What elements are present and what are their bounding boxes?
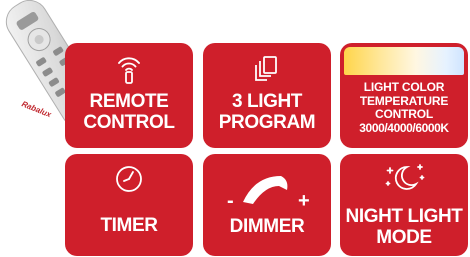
color-gradient-bar xyxy=(344,47,464,75)
feature-tile-timer: TIMER xyxy=(65,154,193,256)
feature-tile-light-program: 3 LIGHT PROGRAM xyxy=(203,43,331,148)
feature-label: DIMMER xyxy=(203,216,331,237)
label-line: 3000/4000/6000K xyxy=(359,120,449,135)
dimmer-minus-sign: - xyxy=(227,190,234,212)
feature-panel: Rabalux REMOTE CONTROL 3 LIGHT PROGRAM L… xyxy=(0,0,470,257)
label-line: PROGRAM xyxy=(218,112,316,133)
dimmer-arc-icon xyxy=(237,170,297,211)
label-line: TEMPERATURE xyxy=(359,93,449,108)
moon-stars-icon xyxy=(382,162,426,199)
feature-label: 3 LIGHT PROGRAM xyxy=(203,91,331,133)
label-line: DIMMER xyxy=(229,216,305,237)
label-line: REMOTE xyxy=(89,91,169,112)
dimmer-plus-sign: + xyxy=(298,190,310,212)
feature-tile-remote-control: REMOTE CONTROL xyxy=(65,43,193,148)
copy-pages-icon xyxy=(254,55,280,88)
feature-label: NIGHT LIGHT MODE xyxy=(340,206,468,248)
label-line: LIGHT COLOR xyxy=(363,80,445,94)
feature-label: TIMER xyxy=(65,215,193,236)
label-line: CONTROL xyxy=(83,112,175,133)
clock-icon xyxy=(114,164,144,199)
feature-tile-color-temperature: LIGHT COLOR TEMPERATURE CONTROL 3000/400… xyxy=(340,43,468,148)
label-line: CONTROL xyxy=(375,107,433,121)
label-line: TIMER xyxy=(100,215,158,236)
feature-tile-night-light: NIGHT LIGHT MODE xyxy=(340,154,468,256)
feature-label: REMOTE CONTROL xyxy=(65,91,193,133)
feature-tile-dimmer: - + DIMMER xyxy=(203,154,331,256)
wifi-signal-icon xyxy=(117,51,141,90)
feature-label: LIGHT COLOR TEMPERATURE CONTROL 3000/400… xyxy=(340,80,468,135)
label-line: MODE xyxy=(376,227,432,248)
label-line: NIGHT LIGHT xyxy=(345,206,463,227)
label-line: 3 LIGHT xyxy=(231,91,303,112)
